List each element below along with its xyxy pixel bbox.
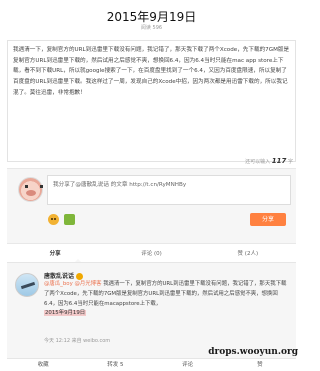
read-count: 阅读 596 (140, 25, 163, 31)
favorite-button[interactable]: 收藏 (7, 359, 79, 370)
post-actions: 收藏 转发 5 评论 赞 (7, 358, 296, 370)
post-text: @唐瓜_boy @月光博客 我遇清一下，复制官方的URL到迅雷里下载没有问题，我… (44, 280, 290, 319)
article-text: 我遇清一下，复制官方的URL到迅雷里下载没有问题，我记错了，那天我下载了两个Xc… (13, 47, 290, 96)
mention-link[interactable]: @唐瓜_boy (44, 281, 73, 287)
composer-tools (48, 214, 75, 225)
mention-link[interactable]: @月光博客 (75, 281, 102, 287)
image-icon[interactable] (64, 214, 75, 225)
tab-share[interactable]: 分享 (7, 248, 103, 261)
avatar[interactable] (18, 177, 43, 202)
blog-page: 2015年9月19日 阅读 596 我遇清一下，复制官方的URL到迅雷里下载没有… (0, 0, 303, 371)
repost-button[interactable]: 转发 5 (79, 359, 151, 370)
post-date-highlight: 2015年9月19日 (44, 310, 87, 317)
comment-button[interactable]: 评论 (152, 359, 224, 370)
share-input[interactable]: 我分享了@唐散乱说话 的文章 http://t.cn/RyMNHBy (47, 175, 291, 205)
watermark: drops.wooyun.org (208, 347, 298, 357)
avatar[interactable] (15, 273, 39, 297)
share-feed-item: 唐散乱说话 @唐瓜_boy @月光博客 我遇清一下，复制官方的URL到迅雷里下载… (7, 262, 296, 360)
share-input-text: 我分享了@唐散乱说话 的文章 http://t.cn/RyMNHBy (53, 182, 187, 188)
post-author[interactable]: 唐散乱说话 (44, 271, 84, 280)
emoji-icon[interactable] (48, 214, 59, 225)
article-body: 我遇清一下，复制官方的URL到迅雷里下载没有问题，我记错了，那天我下载了两个Xc… (7, 40, 296, 162)
char-limit: 还可以输入 117 字 (245, 157, 293, 165)
tab-likes[interactable]: 赞 (2人) (200, 248, 296, 261)
post-meta: 今天 12:12 来自 weibo.com (44, 338, 111, 344)
char-limit-suffix: 字 (287, 159, 293, 165)
verified-badge-icon (76, 273, 84, 280)
page-title: 2015年9月19日 (106, 10, 197, 24)
tab-comments[interactable]: 评论 (0) (103, 248, 199, 261)
share-composer: 我分享了@唐散乱说话 的文章 http://t.cn/RyMNHBy 分享 (7, 168, 296, 244)
share-button[interactable]: 分享 (250, 213, 286, 226)
tab-bar: 分享 评论 (0) 赞 (2人) (7, 248, 296, 263)
post-author-name[interactable]: 唐散乱说话 (44, 273, 74, 280)
char-limit-prefix: 还可以输入 (245, 159, 271, 165)
like-button[interactable]: 赞 (224, 359, 296, 370)
char-limit-count: 117 (271, 157, 287, 165)
